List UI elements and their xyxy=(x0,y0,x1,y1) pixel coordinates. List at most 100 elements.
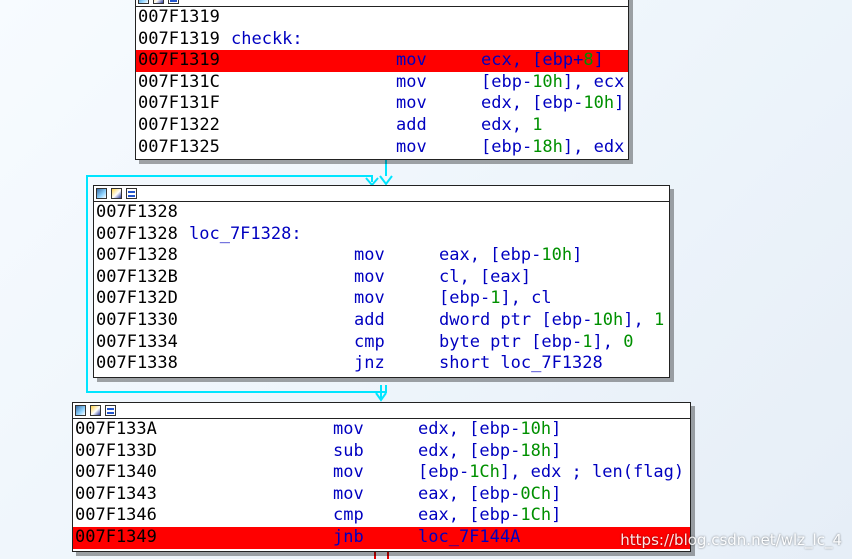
address: 007F1319 xyxy=(138,7,220,27)
code-line[interactable]: 007F1319 checkk: xyxy=(136,29,628,51)
code-line[interactable]: 007F131F mov edx, [ebp-10h] xyxy=(136,93,628,115)
mnemonic: add xyxy=(354,309,385,330)
address: 007F1328 xyxy=(96,202,178,222)
numeric-literal: 0Ch xyxy=(520,483,552,504)
operands: short loc_7F1328 xyxy=(439,353,603,375)
code-line[interactable]: 007F132B mov cl, [eax] xyxy=(94,267,669,289)
code-line[interactable]: 007F1330 add dword ptr [ebp-10h], 1 xyxy=(94,310,669,332)
operands: eax, [ebp-0Ch] xyxy=(418,484,561,506)
address: 007F1328 xyxy=(96,223,178,244)
edit-node-icon[interactable] xyxy=(153,0,164,4)
numeric-literal: 10h xyxy=(520,419,552,439)
address: 007F1325 xyxy=(138,136,220,157)
color-palette-icon[interactable] xyxy=(75,405,86,416)
numeric-literal: 1 xyxy=(532,114,543,135)
numeric-literal: 18h xyxy=(532,136,563,157)
operand-text: [ebp- xyxy=(481,136,533,157)
mnemonic: cmp xyxy=(333,505,364,526)
code-block-checkk[interactable]: 007F1319 007F1319 checkk: 007F1319 mov ecx, [… xyxy=(135,0,629,160)
mnemonic: mov xyxy=(333,483,364,504)
graph-view-icon[interactable] xyxy=(105,405,116,416)
code-block-loc-7f1328[interactable]: 007F1328 007F1328 loc_7F1328: 007F1328 mov ea… xyxy=(93,185,670,378)
operands: edx, 1 xyxy=(481,115,542,137)
color-palette-icon[interactable] xyxy=(138,0,149,4)
graph-view-icon[interactable] xyxy=(168,0,179,4)
code-label[interactable]: loc_7F1328: xyxy=(189,224,302,246)
operand-text: [ebp- xyxy=(439,288,491,309)
code-line[interactable]: 007F1325 mov [ebp-18h], edx xyxy=(136,137,628,159)
numeric-literal: 1Ch xyxy=(520,505,552,526)
operands: [ebp-1], cl xyxy=(439,288,552,310)
code-line[interactable]: 007F133A mov edx, [ebp-10h] xyxy=(73,419,690,441)
code-line[interactable]: 007F1343 mov eax, [ebp-0Ch] xyxy=(73,484,690,506)
mnemonic: cmp xyxy=(354,331,385,352)
code-line[interactable]: 007F1319 mov ecx, [ebp+8] xyxy=(136,50,628,72)
numeric-literal: 10h xyxy=(541,245,573,266)
code-line[interactable]: 007F1328 loc_7F1328: xyxy=(94,224,669,246)
edge-arrow-loop xyxy=(365,177,379,187)
operands: cl, [eax] xyxy=(439,267,531,289)
block-header xyxy=(94,186,669,202)
numeric-literal: 10h xyxy=(592,309,624,330)
numeric-literal: 1 xyxy=(490,288,501,309)
code-line[interactable]: 007F1328 mov eax, [ebp-10h] xyxy=(94,245,669,267)
address: 007F1319 xyxy=(138,50,220,71)
operands: loc_7F144A xyxy=(418,527,520,549)
edit-node-icon[interactable] xyxy=(111,188,122,199)
mnemonic: mov xyxy=(396,136,427,157)
address: 007F1334 xyxy=(96,331,178,352)
code-line[interactable]: 007F1346 cmp eax, [ebp-1Ch] xyxy=(73,505,690,527)
operand-text: edx, [ebp- xyxy=(481,93,584,114)
code-label[interactable]: checkk: xyxy=(231,29,303,51)
operand-text: ] xyxy=(551,419,562,439)
operand-text: short loc_7F1328 xyxy=(439,353,603,374)
color-palette-icon[interactable] xyxy=(96,188,107,199)
address: 007F1343 xyxy=(75,483,157,504)
operand-text: ], xyxy=(592,331,624,352)
numeric-literal: 10h xyxy=(583,93,615,114)
operand-text: ] xyxy=(593,50,604,71)
mnemonic: mov xyxy=(396,50,427,71)
mnemonic: jnb xyxy=(333,526,364,547)
operand-text: eax, [ebp- xyxy=(418,483,521,504)
numeric-literal: 10h xyxy=(532,71,563,92)
code-line[interactable]: 007F133D sub edx, [ebp-18h] xyxy=(73,441,690,463)
code-line[interactable]: 007F1349 jnb loc_7F144A xyxy=(73,526,690,549)
code-line[interactable]: 007F1334 cmp byte ptr [ebp-1], 0 xyxy=(94,332,669,354)
code-line[interactable]: 007F1340 mov [ebp-1Ch], edx ; len(flag) xyxy=(73,462,690,484)
operands: edx, [ebp-18h] xyxy=(418,441,561,463)
code-block-length-check[interactable]: 007F133A mov edx, [ebp-10h] 007F133D sub edx,… xyxy=(72,402,691,552)
code-line[interactable]: 007F1328 xyxy=(94,202,669,224)
numeric-literal: 0 xyxy=(623,331,634,352)
mnemonic: mov xyxy=(396,71,427,92)
address: 007F131F xyxy=(138,93,220,114)
operand-text: ] xyxy=(572,245,583,266)
operand-text: edx, [ebp- xyxy=(418,440,521,461)
numeric-literal: 1 xyxy=(582,331,593,352)
operand-text: ] xyxy=(551,505,562,526)
address: 007F132D xyxy=(96,288,178,309)
code-line[interactable]: 007F132D mov [ebp-1], cl xyxy=(94,288,669,310)
code-line[interactable]: 007F131C mov [ebp-10h], ecx xyxy=(136,72,628,94)
address: 007F1346 xyxy=(75,505,157,526)
address: 007F1319 xyxy=(138,28,220,49)
operand-text: [ebp- xyxy=(481,71,533,92)
edit-node-icon[interactable] xyxy=(90,405,101,416)
mnemonic: mov xyxy=(333,462,364,483)
address: 007F133D xyxy=(75,440,157,461)
operand-text: loc_7F144A xyxy=(418,526,521,547)
code-line[interactable]: 007F1322 add edx, 1 xyxy=(136,115,628,137)
operands: [ebp-1Ch], edx ; len(flag) xyxy=(418,462,684,484)
numeric-literal: 1 xyxy=(653,309,665,330)
operands: eax, [ebp-10h] xyxy=(439,245,582,267)
operand-text: ], edx xyxy=(562,136,625,157)
operand-text: ], xyxy=(623,309,654,330)
mnemonic: mov xyxy=(354,245,385,266)
address: 007F1349 xyxy=(75,526,157,547)
operand-text: ] xyxy=(551,440,562,461)
code-line[interactable]: 007F1319 xyxy=(136,7,628,29)
mnemonic: mov xyxy=(354,288,385,309)
code-line[interactable]: 007F1338 jnz short loc_7F1328 xyxy=(94,353,669,375)
graph-view-icon[interactable] xyxy=(126,188,137,199)
operand-text: byte ptr [ebp- xyxy=(439,331,583,352)
